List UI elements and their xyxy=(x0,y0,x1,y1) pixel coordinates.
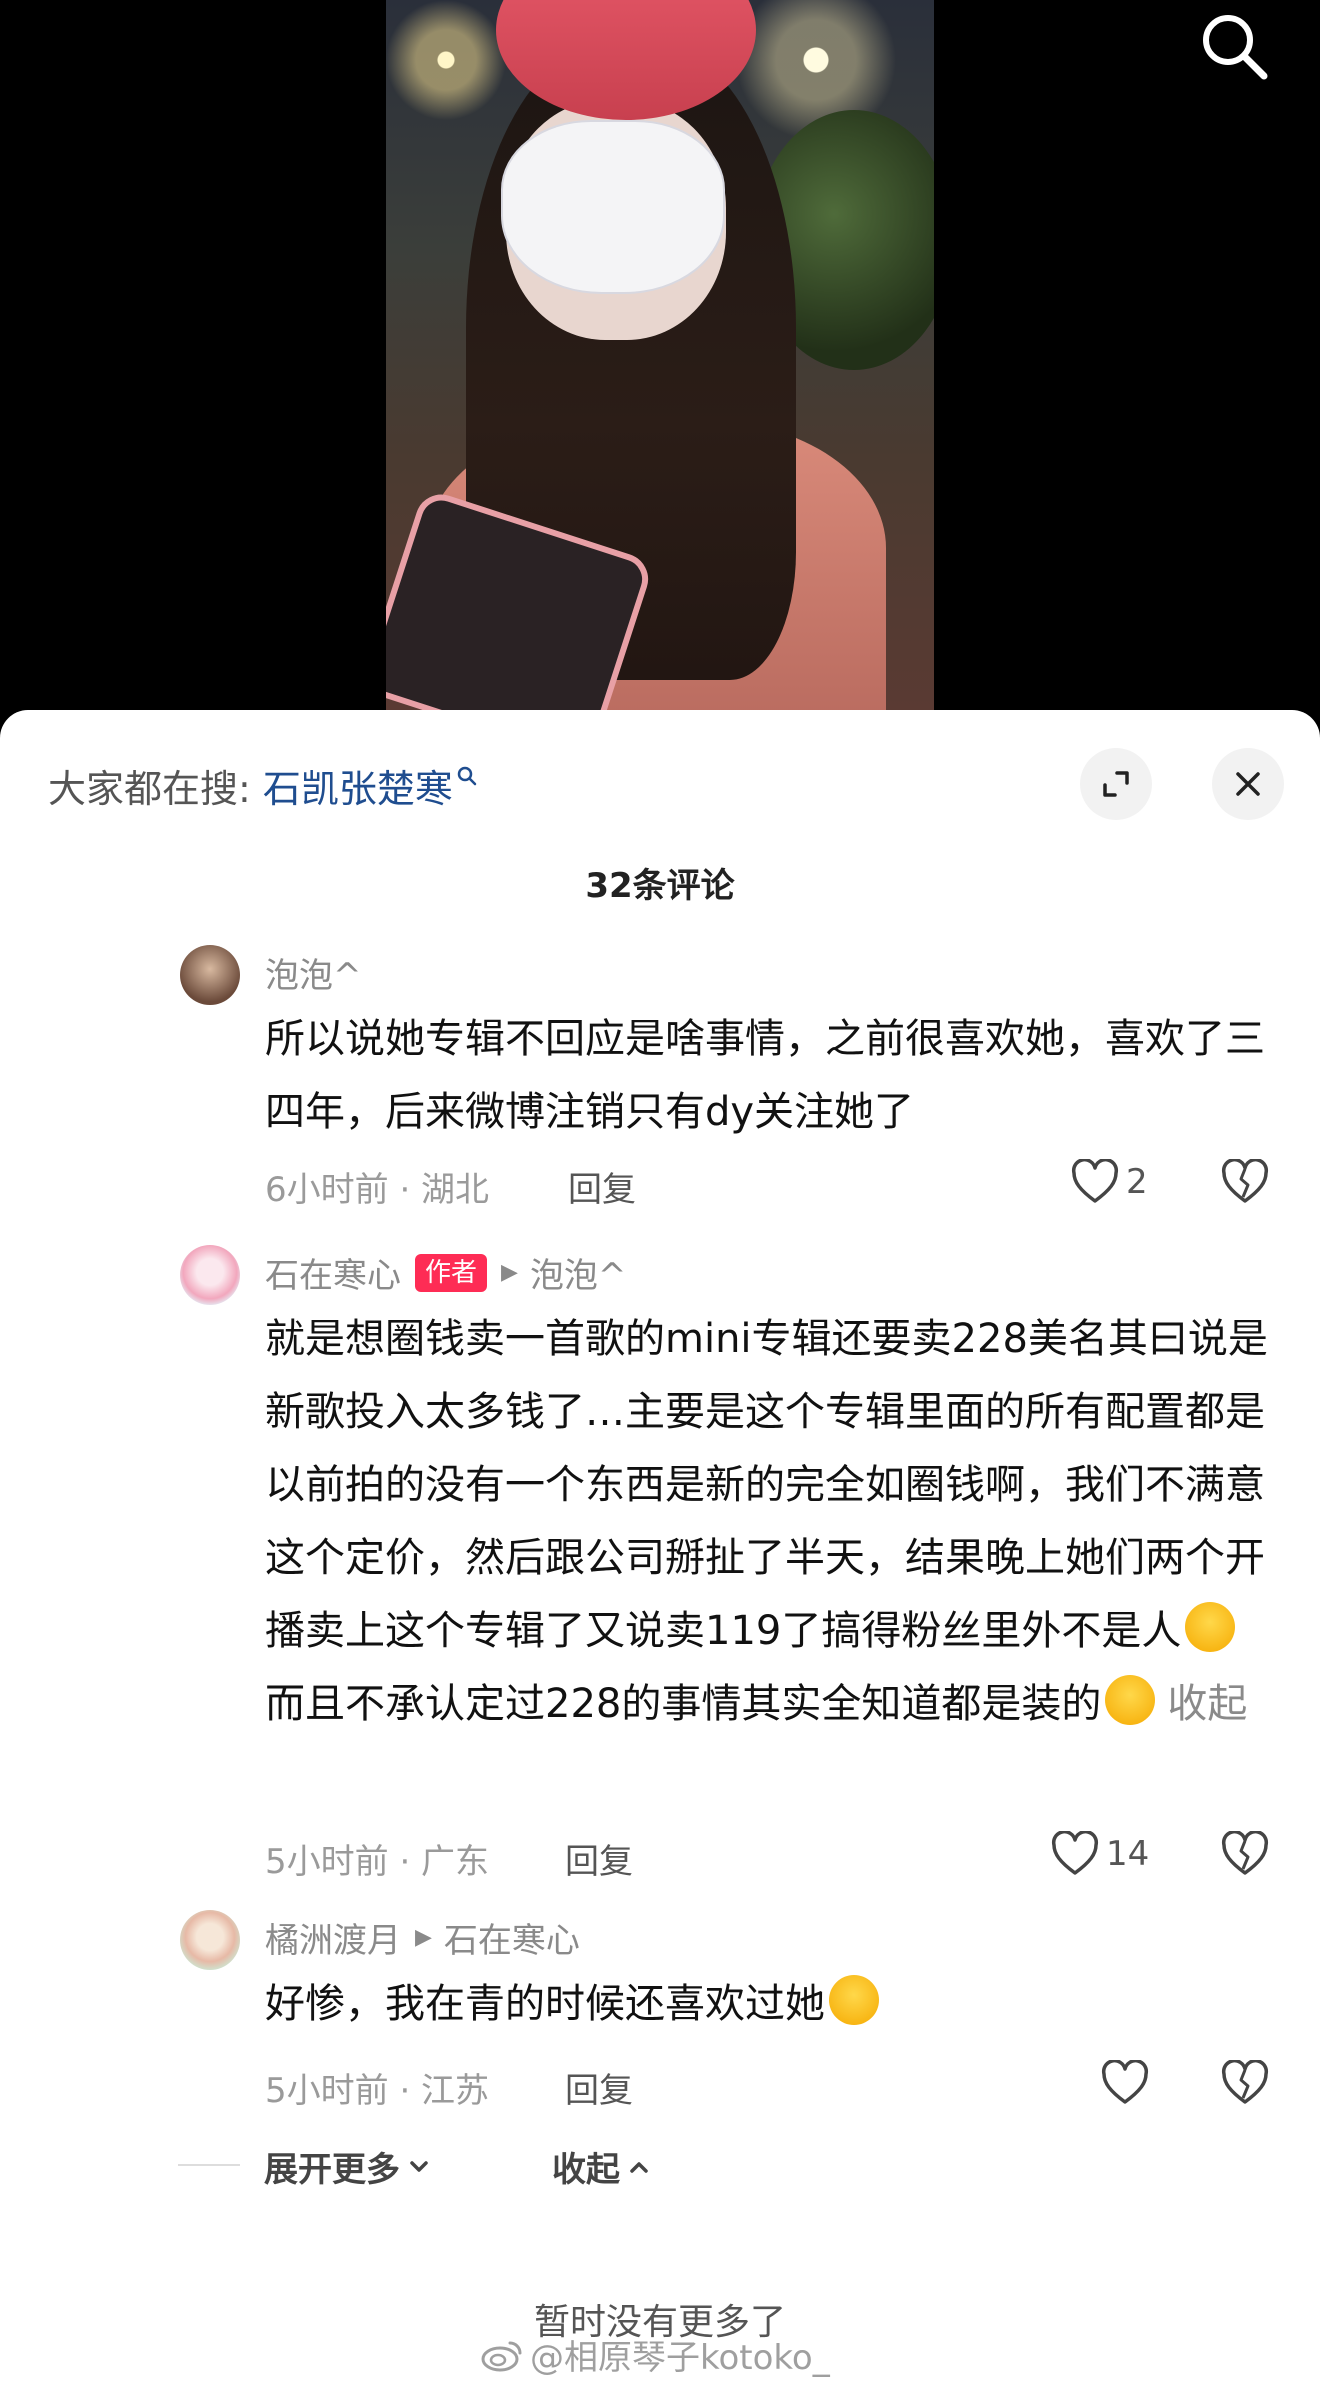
reply-button[interactable]: 回复 xyxy=(565,2063,633,2112)
heart-icon xyxy=(1051,1831,1099,1875)
broken-heart-icon xyxy=(1221,1830,1269,1875)
reply-button[interactable]: 回复 xyxy=(565,1834,633,1883)
author-badge: 作者 xyxy=(415,1253,488,1292)
thread-divider xyxy=(178,2164,240,2166)
reply-to-username[interactable]: 泡泡^ xyxy=(530,1248,627,1297)
search-icon xyxy=(1203,15,1268,80)
comment-time-location: 6小时前 · 湖北 xyxy=(265,1170,490,1210)
avatar[interactable] xyxy=(180,1910,240,1970)
watermark: @相原琴子kotoko_ xyxy=(480,2330,830,2379)
heart-icon xyxy=(1101,2060,1149,2104)
comment-text: 就是想圈钱卖一首歌的mini专辑还要卖228美名其曰说是新歌投入太多钱了…主要是… xyxy=(265,1316,1268,1727)
laugh-cry-emoji-icon xyxy=(1105,1675,1156,1725)
collapse-text-button[interactable]: 收起 xyxy=(1167,1681,1247,1727)
comment-text: 所以说她专辑不回应是啥事情，之前很喜欢她，喜欢了三四年，后来微博注销只有dy关注… xyxy=(265,1016,1265,1135)
comment-text: 好惨，我在青的时候还喜欢过她 xyxy=(265,1968,1275,2041)
expand-icon xyxy=(1103,771,1129,797)
expand-more-replies-button[interactable]: 展开更多 xyxy=(264,2142,432,2191)
trending-search-label: 大家都在搜: xyxy=(48,766,251,811)
comment-time-location: 5小时前 · 江苏 xyxy=(265,2071,490,2111)
broken-heart-icon xyxy=(1221,2059,1269,2104)
comment-username[interactable]: 橘洲渡月 ▶ 石在寒心 xyxy=(265,1913,580,1962)
comment-username[interactable]: 泡泡^ xyxy=(265,948,362,997)
comment-time-location: 5小时前 · 广东 xyxy=(265,1842,490,1882)
chevron-up-icon xyxy=(630,2161,648,2173)
dislike-button[interactable] xyxy=(1220,1830,1270,1881)
reply-arrow-icon: ▶ xyxy=(501,1260,518,1285)
reply-arrow-icon: ▶ xyxy=(415,1925,432,1950)
like-button[interactable]: 2 xyxy=(1070,1159,1148,1205)
sad-face-emoji-icon xyxy=(829,1975,879,2025)
broken-heart-icon xyxy=(1221,1158,1269,1203)
like-button[interactable] xyxy=(1100,2060,1150,2106)
trending-search-bar: 大家都在搜: 石凯张楚寒 xyxy=(48,758,479,813)
dislike-button[interactable] xyxy=(1220,1158,1270,1209)
avatar[interactable] xyxy=(180,1245,240,1305)
dislike-button[interactable] xyxy=(1220,2059,1270,2110)
chevron-down-icon xyxy=(410,2160,428,2172)
video-frame[interactable] xyxy=(386,0,934,712)
video-subject-mask xyxy=(501,120,725,294)
trending-search-term[interactable]: 石凯张楚寒 xyxy=(263,758,453,813)
heart-icon xyxy=(1071,1159,1119,1203)
reply-to-username[interactable]: 石在寒心 xyxy=(444,1913,580,1962)
collapse-replies-button[interactable]: 收起 xyxy=(552,2142,652,2191)
close-icon xyxy=(1236,772,1260,796)
close-button[interactable] xyxy=(1212,748,1284,820)
reply-button[interactable]: 回复 xyxy=(568,1162,636,1211)
expand-button[interactable] xyxy=(1080,748,1152,820)
search-small-icon xyxy=(457,766,477,786)
search-button[interactable] xyxy=(1196,8,1272,84)
comments-count: 32条评论 xyxy=(585,866,735,906)
like-count: 14 xyxy=(1106,1834,1150,1874)
weibo-logo-icon xyxy=(481,2341,522,2371)
like-button[interactable]: 14 xyxy=(1050,1831,1149,1877)
comment-username[interactable]: 石在寒心 作者 ▶ 泡泡^ xyxy=(265,1248,626,1297)
comment-sheet: 大家都在搜: 石凯张楚寒 32条评论 泡泡^ 所以说她专辑不回应是啥事情，之前很… xyxy=(0,710,1320,2391)
like-count: 2 xyxy=(1126,1162,1148,1202)
laugh-cry-emoji-icon xyxy=(1185,1602,1236,1652)
avatar[interactable] xyxy=(180,945,240,1005)
